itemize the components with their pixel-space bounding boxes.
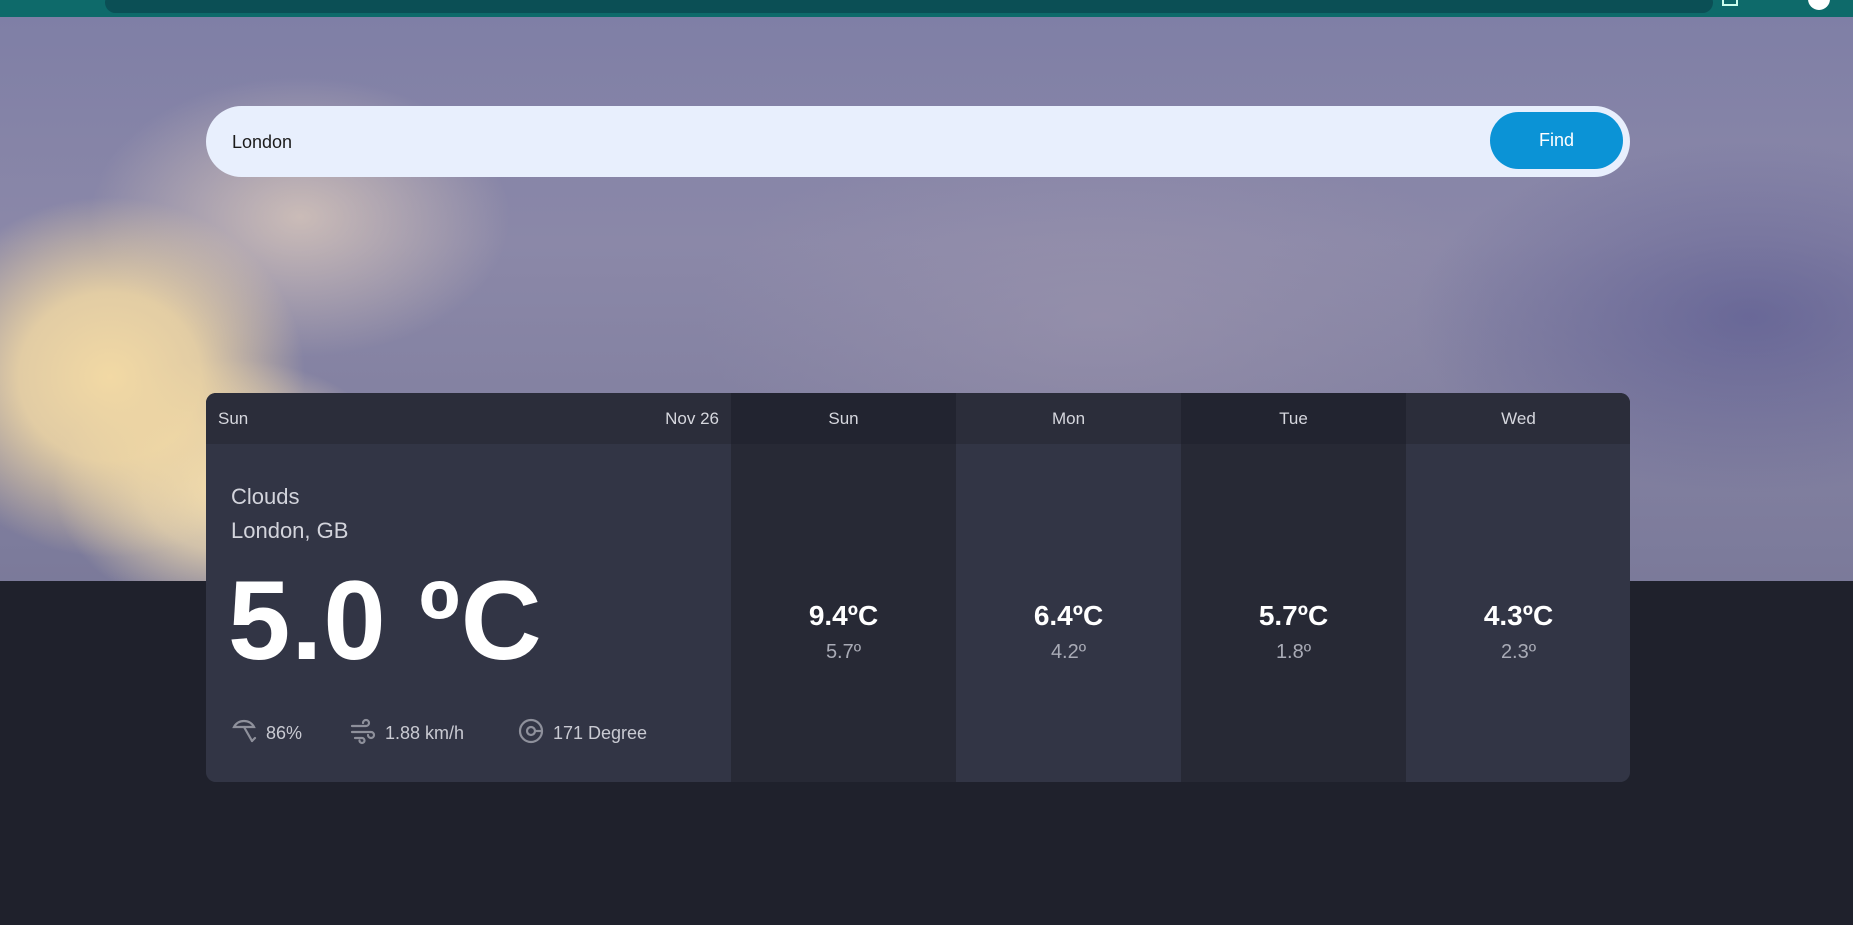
- wind-speed-value: 1.88 km/h: [385, 723, 465, 743]
- find-button[interactable]: Find: [1490, 112, 1623, 169]
- forecast-low: 1.8º: [1275, 641, 1312, 663]
- forecast-day-label: Tue: [1181, 393, 1406, 444]
- search-bar: Find: [206, 106, 1630, 177]
- forecast-high: 4.3ºC: [1483, 600, 1554, 631]
- humidity-value: 86%: [266, 723, 303, 743]
- wind-stat: 1.88 km/h: [349, 717, 464, 750]
- forecast-low: 5.7º: [825, 641, 862, 663]
- forecast-day-label: Wed: [1406, 393, 1630, 444]
- forecast-high: 6.4ºC: [1033, 600, 1104, 631]
- forecast-high: 9.4ºC: [808, 600, 879, 631]
- forecast-day-label: Mon: [956, 393, 1181, 444]
- forecast-day-label: Sun: [731, 393, 956, 444]
- forecast-low: 2.3º: [1500, 641, 1537, 663]
- compass-icon: [517, 717, 545, 750]
- wind-direction-stat: 171 Degree: [517, 717, 647, 750]
- forecast-day-3: Tue 5.7ºC 1.8º: [1181, 393, 1406, 782]
- weather-card: Sun Nov 26 Clouds London, GB 5.0 ºC 86%: [206, 393, 1630, 782]
- humidity-stat: 86%: [230, 717, 302, 750]
- browser-top-strip: [0, 0, 1853, 17]
- forecast-day-2: Mon 6.4ºC 4.2º: [956, 393, 1181, 782]
- forecast-day-4: Wed 4.3ºC 2.3º: [1406, 393, 1630, 782]
- today-day: Sun: [218, 409, 249, 428]
- forecast-low: 4.2º: [1050, 641, 1087, 663]
- city-search-input[interactable]: [230, 126, 1434, 158]
- browser-menu-icon[interactable]: [1722, 0, 1738, 6]
- profile-avatar-icon[interactable]: [1808, 0, 1830, 10]
- today-panel: Sun Nov 26 Clouds London, GB 5.0 ºC 86%: [206, 393, 731, 782]
- current-temperature: 5.0 ºC: [228, 558, 543, 683]
- umbrella-icon: [230, 717, 258, 750]
- today-header: Sun Nov 26: [206, 393, 731, 444]
- forecast-day-1: Sun 9.4ºC 5.7º: [731, 393, 956, 782]
- browser-address-bar[interactable]: [105, 0, 1713, 13]
- weather-condition: Clouds: [231, 484, 300, 509]
- wind-direction-value: 171 Degree: [553, 723, 648, 743]
- forecast-high: 5.7ºC: [1258, 600, 1329, 631]
- location-label: London, GB: [231, 518, 349, 543]
- wind-icon: [349, 717, 377, 750]
- today-date: Nov 26: [665, 409, 719, 428]
